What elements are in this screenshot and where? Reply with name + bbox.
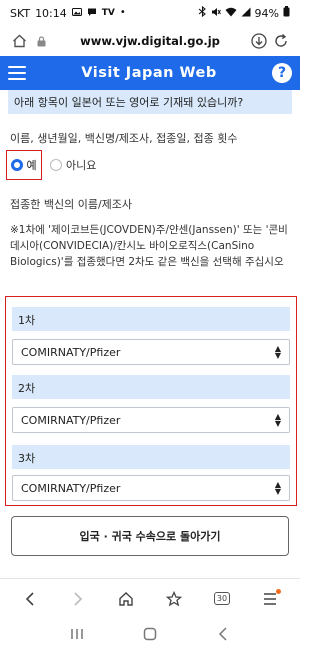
url-field[interactable]: www.vjw.digital.go.jp — [52, 34, 248, 48]
dose-3-value: COMIRNATY/Pfizer — [21, 482, 121, 495]
app-notification-icon: TV — [101, 8, 115, 18]
radio-checked-icon[interactable] — [11, 159, 24, 171]
radio-no-option[interactable]: 아니요 — [50, 157, 96, 173]
vaccine-note: ※1차에 '제이코브든(JCOVDEN)주/얀센(Janssen)' 또는 '콘… — [10, 224, 288, 268]
radio-no-label: 아니요 — [66, 159, 97, 172]
japanese-english-radio-group: 예 아니요 — [6, 150, 96, 180]
return-to-entry-procedure-button[interactable]: 입국 · 귀국 수속으로 돌아가기 — [11, 516, 289, 556]
photo-notification-icon — [71, 7, 82, 20]
radio-yes-option[interactable]: 예 — [6, 150, 42, 180]
select-arrows-icon: ▲ ▼ — [274, 480, 281, 496]
android-home-icon[interactable] — [137, 621, 163, 647]
dose-3-label: 3차 — [12, 445, 290, 469]
signal-icon — [241, 7, 251, 20]
browser-menu-icon[interactable] — [257, 586, 283, 612]
vaccine-label: 접종한 백신의 이름/제조사 — [10, 198, 133, 211]
battery-icon — [283, 6, 290, 20]
back-icon[interactable] — [17, 586, 43, 612]
bluetooth-icon — [198, 5, 207, 20]
recent-apps-icon[interactable] — [64, 621, 90, 647]
more-notifications-icon: • — [119, 7, 126, 18]
status-bar: SKT 10:14 TV • 94% — [0, 0, 300, 26]
forward-icon[interactable] — [65, 586, 91, 612]
android-back-icon[interactable] — [210, 621, 236, 647]
bookmark-star-icon[interactable] — [161, 586, 187, 612]
battery-label: 94% — [254, 6, 279, 20]
dose-3-select[interactable]: COMIRNATY/Pfizer ▲ ▼ — [12, 475, 290, 501]
site-header: Visit Japan Web ? — [0, 56, 300, 90]
tabs-icon[interactable]: 30 — [209, 586, 235, 612]
carrier-label: SKT — [10, 6, 31, 20]
menu-notification-dot — [276, 588, 281, 594]
home-icon[interactable] — [8, 30, 30, 52]
android-navigation-bar — [0, 618, 300, 650]
dose-1-select[interactable]: COMIRNATY/Pfizer ▲ ▼ — [12, 339, 290, 365]
wifi-icon — [225, 7, 237, 20]
menu-icon[interactable] — [8, 66, 26, 80]
dose-2-label: 2차 — [12, 375, 290, 399]
radio-yes-label: 예 — [26, 159, 37, 172]
mute-icon — [211, 7, 221, 20]
help-button[interactable]: ? — [272, 63, 292, 83]
chat-notification-icon — [87, 7, 97, 20]
site-title[interactable]: Visit Japan Web — [26, 65, 272, 81]
dose-1-label: 1차 — [12, 307, 290, 331]
home-icon[interactable] — [113, 586, 139, 612]
dose-1-value: COMIRNATY/Pfizer — [21, 346, 121, 359]
dose-2-value: COMIRNATY/Pfizer — [21, 414, 121, 427]
download-icon[interactable] — [248, 30, 270, 52]
dose-2-select[interactable]: COMIRNATY/Pfizer ▲ ▼ — [12, 407, 290, 433]
fields-label: 이름, 생년월일, 백신명/제조사, 접종일, 접종 횟수 — [10, 132, 238, 145]
select-arrows-icon: ▲ ▼ — [274, 344, 281, 360]
question-banner: 아래 항목이 일본어 또는 영어로 기재돼 있습니까? — [8, 90, 292, 114]
tab-count: 30 — [213, 592, 231, 605]
lock-icon — [30, 30, 52, 52]
browser-toolbar: 30 — [0, 578, 300, 618]
time-label: 10:14 — [35, 6, 67, 20]
refresh-icon[interactable] — [270, 30, 292, 52]
radio-unchecked-icon[interactable] — [50, 159, 62, 171]
select-arrows-icon: ▲ ▼ — [274, 412, 281, 428]
vaccine-dose-section: 1차 COMIRNATY/Pfizer ▲ ▼ 2차 COMIRNATY/Pfiz… — [5, 296, 297, 506]
address-bar: www.vjw.digital.go.jp — [0, 26, 300, 56]
